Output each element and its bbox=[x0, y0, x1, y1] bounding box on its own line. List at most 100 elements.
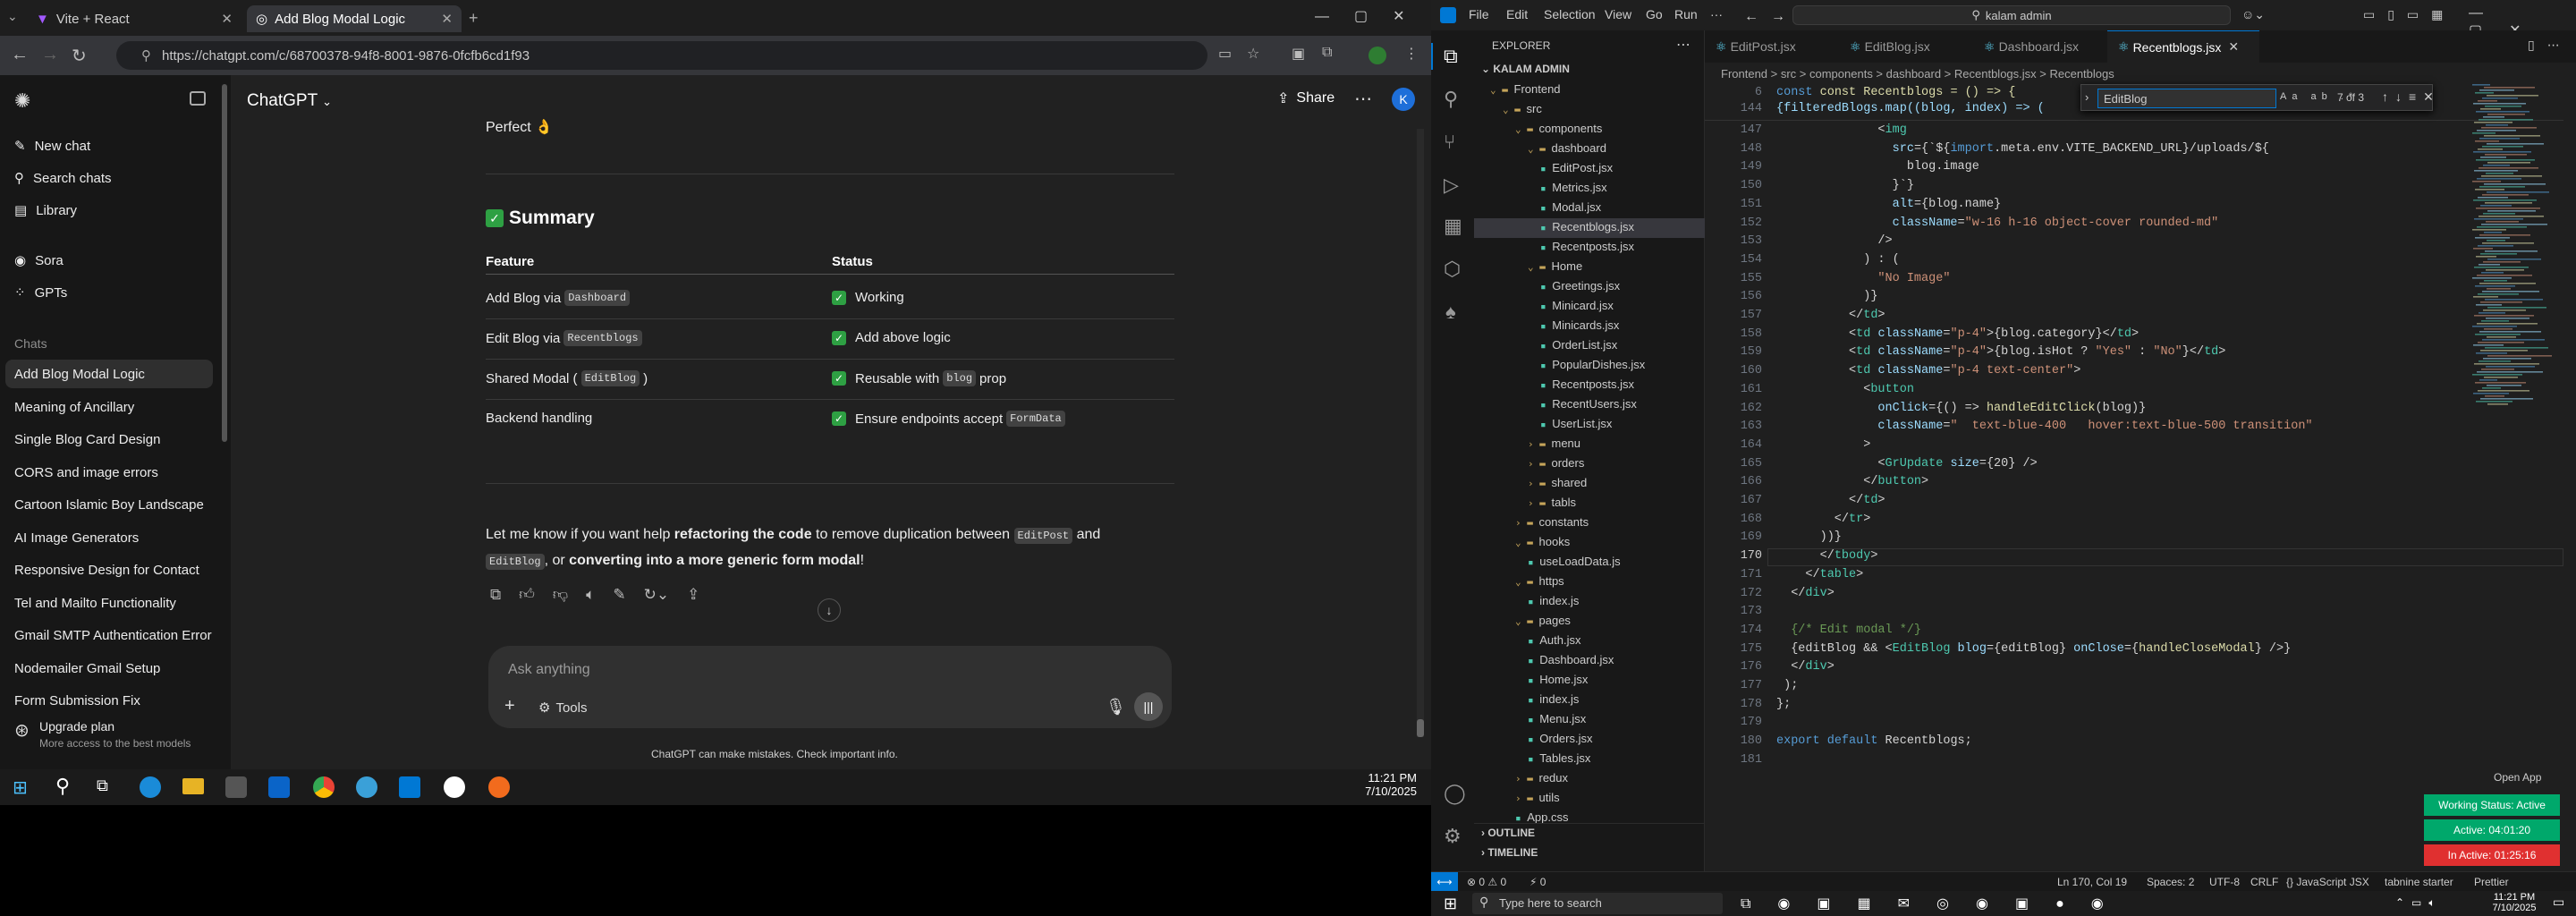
taskbar-apps[interactable]: ⧉◉▣▦✉◎◉▣●◉ bbox=[1741, 895, 2131, 912]
taskbar-search[interactable]: Type here to search bbox=[1472, 893, 1723, 914]
mongodb-leaf-icon[interactable]: ♠ bbox=[1445, 301, 1456, 324]
breadcrumb[interactable]: Frontend > src > components > dashboard … bbox=[1705, 63, 2576, 84]
chat-history-item[interactable]: Cartoon Islamic Boy Landscape bbox=[14, 497, 204, 513]
command-center-search[interactable]: ⚲ kalam admin bbox=[1792, 5, 2231, 25]
tree-file[interactable]: ▪ EditPost.jsx bbox=[1540, 161, 1613, 174]
editor-tab[interactable]: ⚛ Recentblogs.jsx ✕ bbox=[2107, 30, 2259, 63]
browser-tab-vite[interactable]: ▼ Vite + React ✕ bbox=[27, 5, 242, 32]
tree-file[interactable]: ▪ index.js bbox=[1528, 692, 1579, 706]
app-icon[interactable] bbox=[444, 776, 465, 798]
voice-mode-button[interactable]: ||| bbox=[1134, 692, 1163, 721]
sidebar-item-library[interactable]: ▤ Library bbox=[14, 202, 77, 219]
vscode-icon[interactable] bbox=[399, 776, 420, 798]
tree-file[interactable]: ▪ Auth.jsx bbox=[1528, 633, 1581, 647]
tree-folder[interactable]: ⌄ ▬ dashboard bbox=[1528, 141, 1606, 155]
clock[interactable]: 11:21 PM 7/10/2025 bbox=[2483, 892, 2546, 913]
chat-history-item[interactable]: Add Blog Modal Logic bbox=[14, 367, 145, 382]
workspace-header[interactable]: ⌄ KALAM ADMIN bbox=[1481, 63, 1570, 75]
sidebar-scrollbar[interactable] bbox=[222, 84, 227, 442]
tree-folder[interactable]: › ▬ shared bbox=[1528, 476, 1587, 489]
add-attachment-icon[interactable]: + bbox=[504, 696, 515, 717]
chat-history-item[interactable]: Form Submission Fix bbox=[14, 693, 140, 708]
window-controls[interactable]: —▢✕ bbox=[1315, 7, 1430, 25]
status-item[interactable]: Ln 170, Col 19 bbox=[2057, 876, 2127, 888]
sidebar-item-sora[interactable]: ◉ Sora bbox=[14, 252, 64, 269]
profile-avatar[interactable] bbox=[1368, 47, 1386, 64]
edit-icon[interactable]: ✎ bbox=[613, 586, 625, 604]
copy-icon[interactable]: ⧉ bbox=[490, 586, 501, 604]
regenerate-icon[interactable]: ↻⌄ bbox=[644, 586, 670, 604]
tree-file[interactable]: ▪ Modal.jsx bbox=[1540, 200, 1601, 214]
explorer-files-icon[interactable]: ⧉ bbox=[1444, 45, 1458, 68]
tree-folder[interactable]: ⌄ ▬ Frontend bbox=[1490, 82, 1561, 96]
timeline-section[interactable]: › TIMELINE bbox=[1481, 846, 1538, 859]
editor-tab[interactable]: ⚛ EditBlog.jsx bbox=[1839, 30, 1973, 63]
tree-folder[interactable]: › ▬ orders bbox=[1528, 456, 1584, 470]
tree-file[interactable]: ▪ PopularDishes.jsx bbox=[1540, 358, 1645, 371]
status-item[interactable]: CRLF bbox=[2250, 876, 2278, 888]
problems-count[interactable]: ⊗ 0 ⚠ 0 bbox=[1467, 876, 1506, 888]
tree-file[interactable]: ▪ useLoadData.js bbox=[1528, 555, 1621, 568]
open-app-link[interactable]: Open App bbox=[2494, 771, 2541, 784]
find-nav-buttons[interactable]: ↑↓≡✕ bbox=[2382, 89, 2441, 105]
windows-start-icon[interactable]: ⊞ bbox=[1444, 895, 1457, 913]
ports-count[interactable]: ⚡ 0 bbox=[1530, 876, 1546, 888]
search-icon[interactable]: ⚲ bbox=[1444, 88, 1458, 111]
copilot-icon[interactable]: ☺⌄ bbox=[2241, 7, 2265, 22]
menu-item[interactable]: Edit bbox=[1506, 7, 1528, 21]
tree-file[interactable]: ▪ Greetings.jsx bbox=[1540, 279, 1620, 293]
menu-item[interactable]: ··· bbox=[1710, 7, 1723, 21]
remote-icon[interactable]: ⬡ bbox=[1444, 258, 1461, 281]
tab-list-chevron-icon[interactable]: ⌄ bbox=[7, 9, 18, 24]
tree-folder[interactable]: ⌄ ▬ pages bbox=[1515, 614, 1571, 627]
chat-scrollbar-thumb[interactable] bbox=[1417, 719, 1424, 737]
code-editor[interactable]: 6 const const Recentblogs = () => { 144 … bbox=[1705, 84, 2576, 853]
outlook-icon[interactable] bbox=[268, 776, 290, 798]
tree-folder[interactable]: ⌄ ▬ components bbox=[1515, 122, 1602, 135]
bookmark-star-icon[interactable]: ☆ bbox=[1247, 45, 1259, 63]
scroll-down-button[interactable]: ↓ bbox=[818, 598, 841, 622]
tree-folder[interactable]: ⌄ ▬ hooks bbox=[1515, 535, 1570, 548]
postman-icon[interactable] bbox=[488, 776, 510, 798]
status-item[interactable]: UTF-8 bbox=[2209, 876, 2240, 888]
upgrade-icon[interactable]: ⊛ bbox=[14, 719, 30, 742]
editor-tab[interactable]: ⚛ Dashboard.jsx bbox=[1973, 30, 2107, 63]
chat-scrollbar-track[interactable] bbox=[1417, 129, 1424, 737]
tree-folder[interactable]: › ▬ menu bbox=[1528, 437, 1580, 450]
tools-button[interactable]: ⚙ Tools bbox=[538, 700, 587, 717]
status-item[interactable]: {} JavaScript JSX bbox=[2286, 876, 2369, 888]
chat-history-item[interactable]: Nodemailer Gmail Setup bbox=[14, 661, 160, 676]
sidebar-toggle-icon[interactable] bbox=[190, 91, 206, 106]
forward-icon[interactable]: → bbox=[41, 45, 59, 65]
tray-icons[interactable]: ⌃▭🔈︎ bbox=[2395, 896, 2443, 910]
microphone-icon[interactable]: 🎙︎ bbox=[1106, 698, 1126, 717]
tree-folder[interactable]: › ▬ constants bbox=[1515, 515, 1589, 529]
tree-file[interactable]: ▪ RecentUsers.jsx bbox=[1540, 397, 1637, 411]
notifications-icon[interactable]: ▭ bbox=[2553, 895, 2564, 910]
tree-folder[interactable]: › ▬ redux bbox=[1515, 771, 1568, 785]
thumbs-up-icon[interactable]: 👍︎ bbox=[519, 585, 535, 604]
share-icon[interactable]: ⇪ bbox=[687, 586, 699, 604]
chrome-icon[interactable] bbox=[313, 776, 335, 798]
source-control-icon[interactable]: ⑂ bbox=[1444, 131, 1455, 154]
task-view-icon[interactable]: ⧉ bbox=[97, 776, 108, 795]
menu-item[interactable]: File bbox=[1469, 7, 1489, 21]
upgrade-title[interactable]: Upgrade plan bbox=[39, 719, 114, 734]
forward-icon[interactable]: → bbox=[1771, 9, 1785, 25]
more-actions-icon[interactable]: ⋯ bbox=[1676, 36, 1690, 54]
tree-folder[interactable]: ⌄ ▬ https bbox=[1515, 574, 1564, 588]
menu-item[interactable]: Go bbox=[1646, 7, 1663, 21]
close-icon[interactable]: ✕ bbox=[2228, 39, 2239, 55]
tree-folder[interactable]: › ▬ tabls bbox=[1528, 496, 1576, 509]
menu-item[interactable]: Run bbox=[1674, 7, 1698, 21]
account-icon[interactable]: ◯ bbox=[1444, 782, 1466, 805]
extensions-puzzle-icon[interactable]: ⧉ bbox=[1322, 45, 1332, 61]
tree-file[interactable]: ▪ Tables.jsx bbox=[1528, 751, 1590, 765]
kebab-menu-icon[interactable]: ⋮ bbox=[1404, 45, 1419, 63]
back-icon[interactable]: ← bbox=[11, 45, 29, 65]
model-selector[interactable]: ChatGPT ⌄ bbox=[247, 91, 332, 111]
status-item[interactable]: tabnine starter bbox=[2385, 876, 2453, 888]
chat-history-item[interactable]: AI Image Generators bbox=[14, 530, 139, 546]
tree-file[interactable]: ▪ OrderList.jsx bbox=[1540, 338, 1617, 352]
share-button[interactable]: ⇪ Share bbox=[1277, 89, 1335, 107]
